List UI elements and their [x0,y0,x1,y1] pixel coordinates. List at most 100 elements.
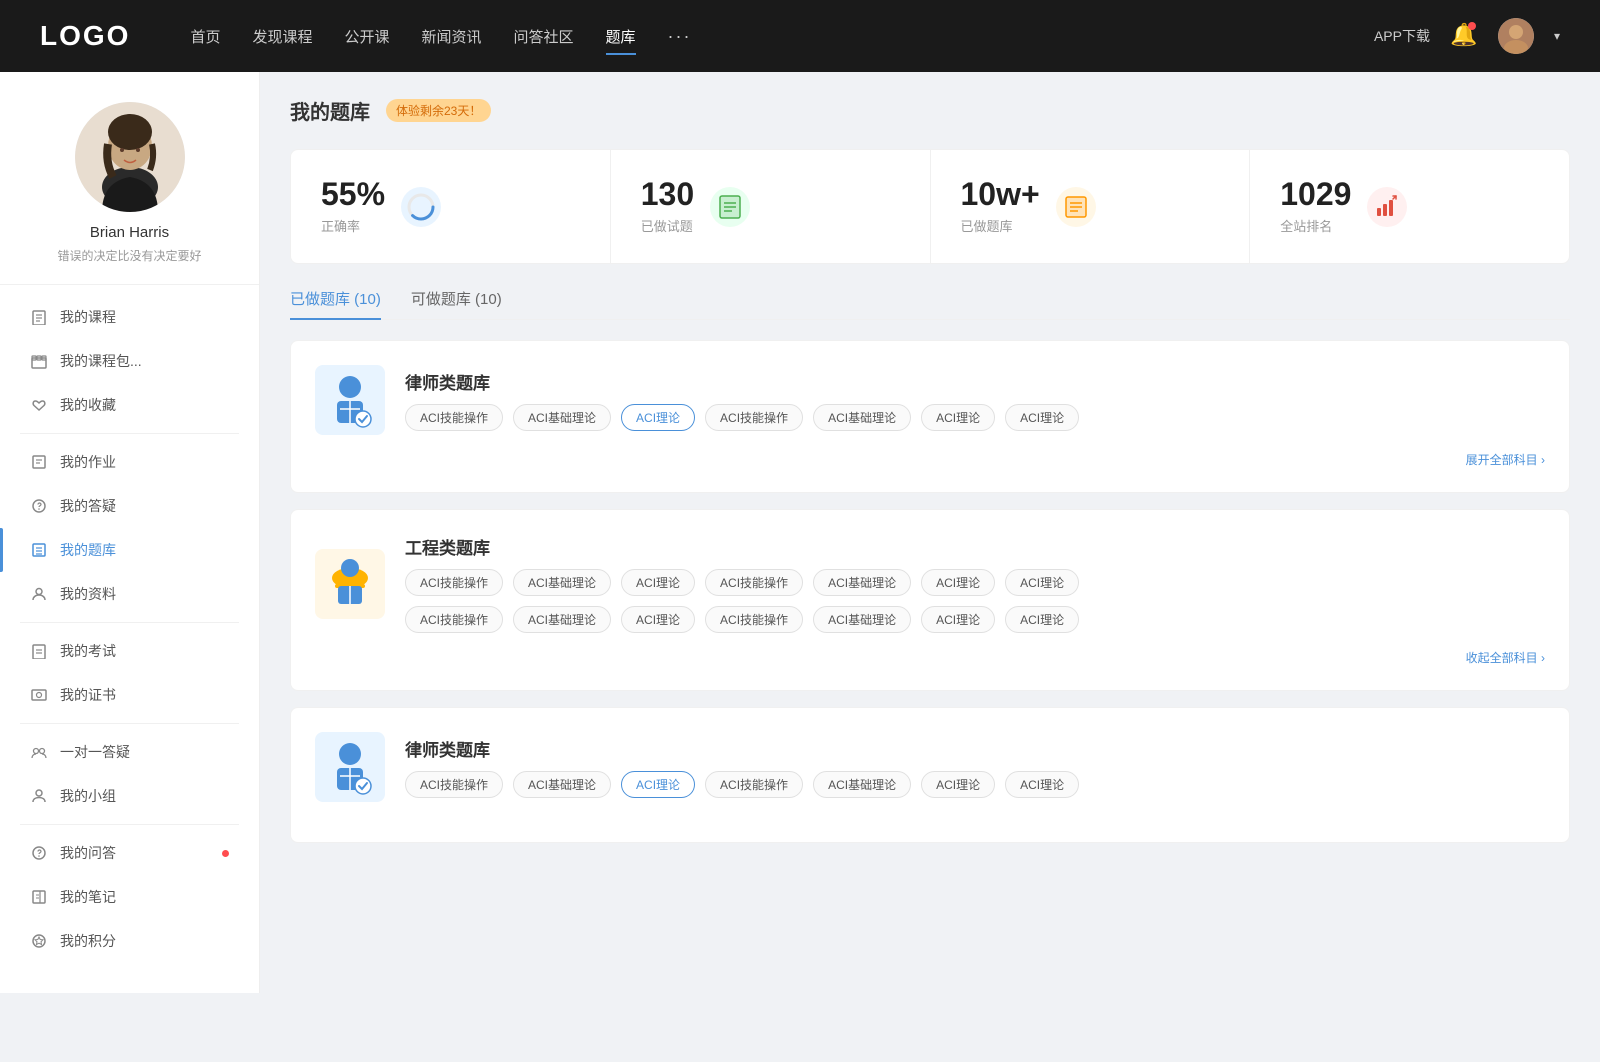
page-title: 我的题库 [290,96,370,125]
tag-item[interactable]: ACI理论 [1005,606,1079,633]
sidebar-item-favorites[interactable]: 我的收藏 [0,383,259,427]
stat-icon-correct [401,187,441,227]
nav-home[interactable]: 首页 [190,22,220,51]
qbank-tags-lawyer2: ACI技能操作 ACI基础理论 ACI理论 ACI技能操作 ACI基础理论 AC… [405,771,1079,798]
tag-item[interactable]: ACI技能操作 [705,569,803,596]
user-dropdown-arrow[interactable]: ▾ [1554,29,1560,43]
top-nav: LOGO 首页 发现课程 公开课 新闻资讯 问答社区 题库 ··· APP下载 … [0,0,1600,72]
stat-icon-done [710,187,750,227]
favorites-icon [30,396,48,414]
tag-item[interactable]: ACI基础理论 [513,404,611,431]
profile-name: Brian Harris [20,224,239,241]
main-content: 我的题库 体验剩余23天！ 55% 正确率 [260,72,1600,993]
qbank-header-engineer1: 工程类题库 ACI技能操作 ACI基础理论 ACI理论 ACI技能操作 ACI基… [315,534,1545,633]
tag-item[interactable]: ACI理论 [921,404,995,431]
tag-item[interactable]: ACI技能操作 [405,606,503,633]
1on1-icon [30,743,48,761]
tag-item[interactable]: ACI技能操作 [405,404,503,431]
sidebar-label-qbank: 我的题库 [60,540,116,560]
nav-opencourse[interactable]: 公开课 [344,22,389,51]
profile-avatar [75,102,185,212]
sidebar-item-packages[interactable]: 我的课程包... [0,339,259,383]
sidebar-item-1on1[interactable]: 一对一答疑 [0,730,259,774]
tag-item[interactable]: ACI基础理论 [813,771,911,798]
stat-icon-banks [1056,187,1096,227]
tag-item-active[interactable]: ACI理论 [621,771,695,798]
qbank-card-lawyer1: 律师类题库 ACI技能操作 ACI基础理论 ACI理论 ACI技能操作 ACI基… [290,340,1570,493]
qbank-name-lawyer2: 律师类题库 [405,736,1079,761]
stat-value-banks: 10w+ [961,178,1040,210]
tag-item[interactable]: ACI技能操作 [705,606,803,633]
qbank-icon-lawyer2 [315,732,385,802]
exam-icon [30,642,48,660]
nav-qbank[interactable]: 题库 [606,22,636,51]
profile-motto: 错误的决定比没有决定要好 [20,247,239,264]
sidebar-item-qa[interactable]: 我的答疑 [0,484,259,528]
sidebar-item-notes[interactable]: 我的笔记 [0,875,259,919]
cert-icon [30,686,48,704]
tag-item[interactable]: ACI基础理论 [813,404,911,431]
tag-item[interactable]: ACI理论 [1005,404,1079,431]
sidebar-item-myqa[interactable]: 我的问答 [0,831,259,875]
sidebar-label-profile: 我的资料 [60,584,116,604]
tag-item[interactable]: ACI基础理论 [513,606,611,633]
tag-item[interactable]: ACI理论 [1005,569,1079,596]
tag-item[interactable]: ACI技能操作 [705,404,803,431]
stat-label-done: 已做试题 [641,216,694,235]
tag-item[interactable]: ACI理论 [1005,771,1079,798]
tab-done[interactable]: 已做题库 (10) [290,288,381,319]
stat-done-questions: 130 已做试题 [611,150,931,263]
stat-value-done: 130 [641,178,694,210]
sidebar-item-qbank[interactable]: 我的题库 [0,528,259,572]
tag-item[interactable]: ACI理论 [621,606,695,633]
sidebar-item-profile[interactable]: 我的资料 [0,572,259,616]
sidebar-item-exam[interactable]: 我的考试 [0,629,259,673]
tab-available[interactable]: 可做题库 (10) [411,288,502,319]
sidebar-label-cert: 我的证书 [60,685,116,705]
nav-more[interactable]: ··· [668,22,692,51]
expand-link-lawyer1[interactable]: 展开全部科目 › [315,451,1545,468]
page-layout: Brian Harris 错误的决定比没有决定要好 我的课程 [0,72,1600,993]
notification-bell[interactable]: 🔔 [1450,22,1478,50]
nav-right: APP下载 🔔 ▾ [1374,18,1560,54]
tag-item[interactable]: ACI理论 [921,569,995,596]
app-download-link[interactable]: APP下载 [1374,26,1430,46]
sidebar-item-group[interactable]: 我的小组 [0,774,259,818]
nav-discover[interactable]: 发现课程 [252,22,312,51]
user-avatar[interactable] [1498,18,1534,54]
sidebar-item-points[interactable]: 我的积分 [0,919,259,963]
tag-item[interactable]: ACI基础理论 [813,569,911,596]
packages-icon [30,352,48,370]
stat-rank: 1029 全站排名 [1250,150,1569,263]
tag-item[interactable]: ACI理论 [921,771,995,798]
sidebar-item-homework[interactable]: 我的作业 [0,440,259,484]
sidebar-label-myqa: 我的问答 [60,843,116,863]
tag-item-active[interactable]: ACI理论 [621,404,695,431]
qa-icon [30,497,48,515]
tag-item[interactable]: ACI理论 [921,606,995,633]
sidebar-item-cert[interactable]: 我的证书 [0,673,259,717]
tag-item[interactable]: ACI技能操作 [405,771,503,798]
sidebar-divider-2 [20,622,239,623]
tag-item[interactable]: ACI基础理论 [513,569,611,596]
sidebar-label-qa: 我的答疑 [60,496,116,516]
sidebar-divider-4 [20,824,239,825]
nav-links: 首页 发现课程 公开课 新闻资讯 问答社区 题库 ··· [190,22,1374,51]
tag-item[interactable]: ACI技能操作 [405,569,503,596]
myqa-icon [30,844,48,862]
stat-label-rank: 全站排名 [1280,216,1351,235]
collapse-link-engineer1[interactable]: 收起全部科目 › [315,649,1545,666]
qbank-tags-lawyer1: ACI技能操作 ACI基础理论 ACI理论 ACI技能操作 ACI基础理论 AC… [405,404,1079,431]
group-icon [30,787,48,805]
tag-item[interactable]: ACI技能操作 [705,771,803,798]
sidebar-item-courses[interactable]: 我的课程 [0,295,259,339]
trial-badge: 体验剩余23天！ [386,99,491,122]
sidebar: Brian Harris 错误的决定比没有决定要好 我的课程 [0,72,260,993]
stat-value-correct: 55% [321,178,385,210]
nav-news[interactable]: 新闻资讯 [422,22,482,51]
tag-item[interactable]: ACI基础理论 [513,771,611,798]
tag-item[interactable]: ACI理论 [621,569,695,596]
tag-item[interactable]: ACI基础理论 [813,606,911,633]
nav-qa[interactable]: 问答社区 [514,22,574,51]
sidebar-label-exam: 我的考试 [60,641,116,661]
